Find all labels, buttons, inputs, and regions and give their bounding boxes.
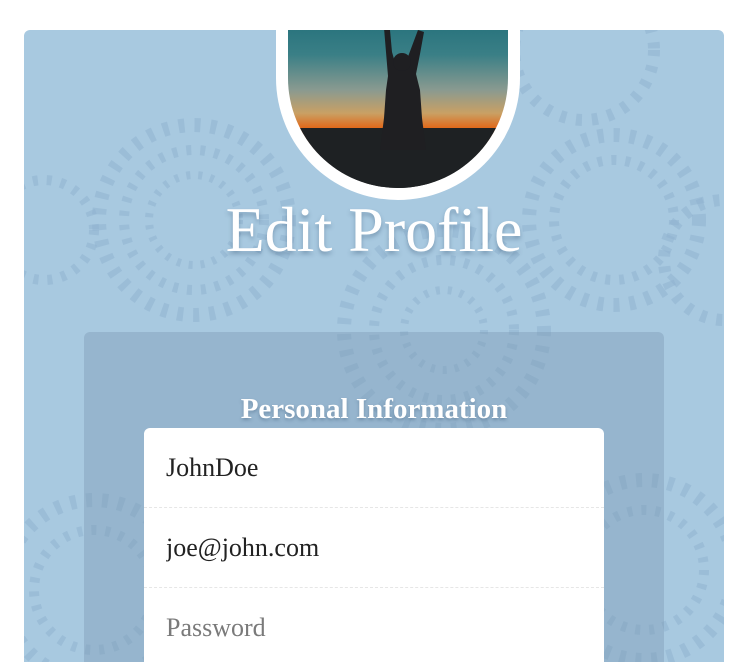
- username-field[interactable]: [144, 428, 604, 508]
- personal-info-form: [144, 428, 604, 662]
- page-title: Edit Profile: [225, 194, 523, 265]
- edit-profile-page: Edit Profile Personal Information: [0, 0, 742, 662]
- password-field[interactable]: [144, 588, 604, 662]
- email-field[interactable]: [144, 508, 604, 588]
- profile-photo-icon: [288, 30, 508, 188]
- section-title: Personal Information: [240, 393, 508, 425]
- avatar[interactable]: [288, 30, 508, 188]
